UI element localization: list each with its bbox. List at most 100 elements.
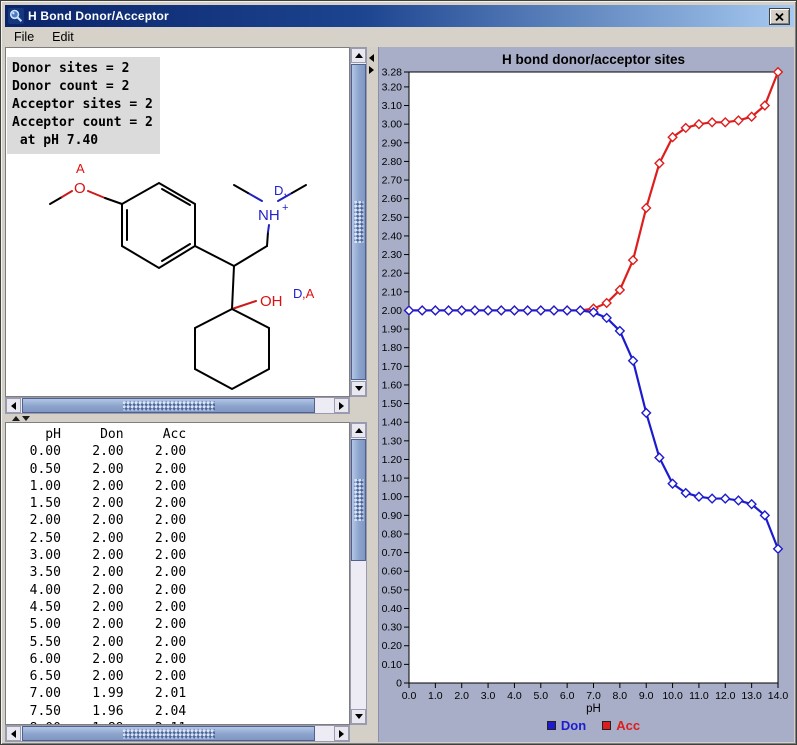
x-tick-label: 11.0: [689, 690, 709, 702]
y-tick-label: 2.60: [382, 193, 403, 205]
acc-swatch-icon: [602, 721, 611, 730]
close-button[interactable]: [769, 8, 790, 25]
arrow-down-icon: [355, 714, 363, 719]
x-tick-label: 6.0: [560, 690, 575, 702]
y-tick-label: 2.50: [382, 212, 403, 224]
molecule-panel: A O NH + D, OH D ,A Donor sites = 2 Dono…: [5, 47, 367, 414]
y-tick-label: 0.80: [382, 528, 403, 540]
x-tick-label: 3.0: [481, 690, 496, 702]
y-tick-label: 2.00: [382, 305, 403, 317]
scroll-left-button[interactable]: [6, 726, 21, 741]
y-tick-label: 0.60: [382, 566, 403, 578]
thumb-grip-icon: [354, 201, 363, 243]
x-tick-label: 9.0: [639, 690, 654, 702]
collapse-down-button[interactable]: [22, 416, 30, 421]
methoxy-acceptor-flag: A: [76, 161, 85, 176]
y-tick-label: 2.80: [382, 156, 403, 168]
y-tick-label: 0.90: [382, 510, 403, 522]
scroll-thumb[interactable]: [22, 398, 315, 413]
arrow-right-icon: [339, 402, 344, 410]
thumb-grip-icon: [123, 401, 215, 410]
y-tick-label: 1.90: [382, 324, 403, 336]
molecule-viewport: A O NH + D, OH D ,A Donor sites = 2 Dono…: [5, 47, 350, 397]
table-text: pH Don Acc 0.00 2.00 2.00 0.50 2.00 2.00…: [6, 426, 186, 725]
scroll-right-button[interactable]: [334, 726, 349, 741]
y-tick-label: 0.10: [382, 659, 403, 671]
scroll-left-button[interactable]: [6, 398, 21, 413]
collapse-left-button[interactable]: [369, 54, 374, 62]
thumb-grip-icon: [123, 729, 215, 738]
vertical-split-divider[interactable]: [367, 47, 378, 742]
scroll-up-button[interactable]: [351, 48, 366, 63]
y-tick-label: 3.00: [382, 119, 403, 131]
app-window: H Bond Donor/Acceptor File Edit: [0, 0, 797, 745]
legend-entry-don: Don: [547, 718, 586, 733]
y-tick-label: 0: [396, 678, 402, 690]
hydroxyl-label: OH: [260, 293, 283, 310]
scroll-thumb[interactable]: [351, 64, 366, 380]
y-tick-label: 1.70: [382, 361, 403, 373]
scroll-thumb[interactable]: [22, 726, 315, 741]
y-tick-label: 1.40: [382, 417, 403, 429]
y-tick-label: 2.40: [382, 230, 403, 242]
x-tick-label: 14.0: [768, 690, 789, 702]
y-tick-label: 2.30: [382, 249, 403, 261]
collapse-right-button[interactable]: [369, 66, 374, 74]
arrow-down-icon: [355, 386, 363, 391]
chart-legend: Don Acc: [409, 718, 778, 733]
x-tick-label: 4.0: [507, 690, 522, 702]
scrollbar-corner: [350, 397, 367, 414]
y-tick-label: 2.10: [382, 286, 403, 298]
y-tick-label: 2.70: [382, 175, 403, 187]
y-tick-label: 1.00: [382, 491, 403, 503]
arrow-up-icon: [355, 428, 363, 433]
thumb-grip-icon: [354, 479, 363, 521]
molecule-vertical-scrollbar[interactable]: [350, 47, 367, 397]
molecule-horizontal-scrollbar[interactable]: [5, 397, 350, 414]
y-tick-label: 3.10: [382, 100, 403, 112]
amine-donor-flag: D,: [274, 183, 287, 198]
x-tick-label: 0.0: [402, 690, 417, 702]
scroll-down-button[interactable]: [351, 709, 366, 724]
table-vertical-scrollbar[interactable]: [350, 422, 367, 725]
y-tick-label: 0.70: [382, 547, 403, 559]
y-tick-label: 3.28: [382, 67, 403, 79]
chart-panel: H bond donor/acceptor sites 3.283.203.10…: [378, 47, 794, 742]
y-tick-label: 2.90: [382, 137, 403, 149]
table-horizontal-scrollbar[interactable]: [5, 725, 350, 742]
collapse-up-button[interactable]: [12, 416, 20, 421]
menu-bar: File Edit: [5, 27, 794, 47]
y-tick-label: 1.10: [382, 473, 403, 485]
legend-don-label: Don: [561, 718, 586, 733]
amine-label: NH: [258, 207, 280, 224]
x-axis-label: pH: [586, 703, 601, 715]
scroll-down-button[interactable]: [351, 381, 366, 396]
legend-entry-acc: Acc: [602, 718, 640, 733]
x-tick-label: 10.0: [662, 690, 683, 702]
amine-charge-label: +: [282, 202, 288, 214]
y-tick-label: 3.20: [382, 81, 403, 93]
don-swatch-icon: [547, 721, 556, 730]
window-title: H Bond Donor/Acceptor: [28, 9, 169, 23]
x-tick-label: 1.0: [428, 690, 443, 702]
scroll-thumb[interactable]: [351, 439, 366, 561]
legend-acc-label: Acc: [616, 718, 640, 733]
menu-item-file[interactable]: File: [5, 28, 43, 46]
hydroxyl-acceptor-flag: ,A: [302, 286, 315, 301]
chart-svg: 3.283.203.103.002.902.802.702.602.502.40…: [379, 47, 795, 742]
scroll-up-button[interactable]: [351, 423, 366, 438]
y-tick-label: 1.80: [382, 342, 403, 354]
menu-item-edit[interactable]: Edit: [43, 28, 83, 46]
x-tick-label: 8.0: [613, 690, 628, 702]
y-tick-label: 0.20: [382, 640, 403, 652]
arrow-right-icon: [339, 730, 344, 738]
x-tick-label: 7.0: [586, 690, 601, 702]
y-tick-label: 1.60: [382, 379, 403, 391]
horizontal-split-divider[interactable]: [5, 414, 367, 422]
scroll-right-button[interactable]: [334, 398, 349, 413]
table-viewport: pH Don Acc 0.00 2.00 2.00 0.50 2.00 2.00…: [5, 422, 350, 725]
x-tick-label: 12.0: [715, 690, 736, 702]
title-bar: H Bond Donor/Acceptor: [5, 5, 794, 27]
arrow-left-icon: [11, 730, 16, 738]
y-tick-label: 1.50: [382, 398, 403, 410]
